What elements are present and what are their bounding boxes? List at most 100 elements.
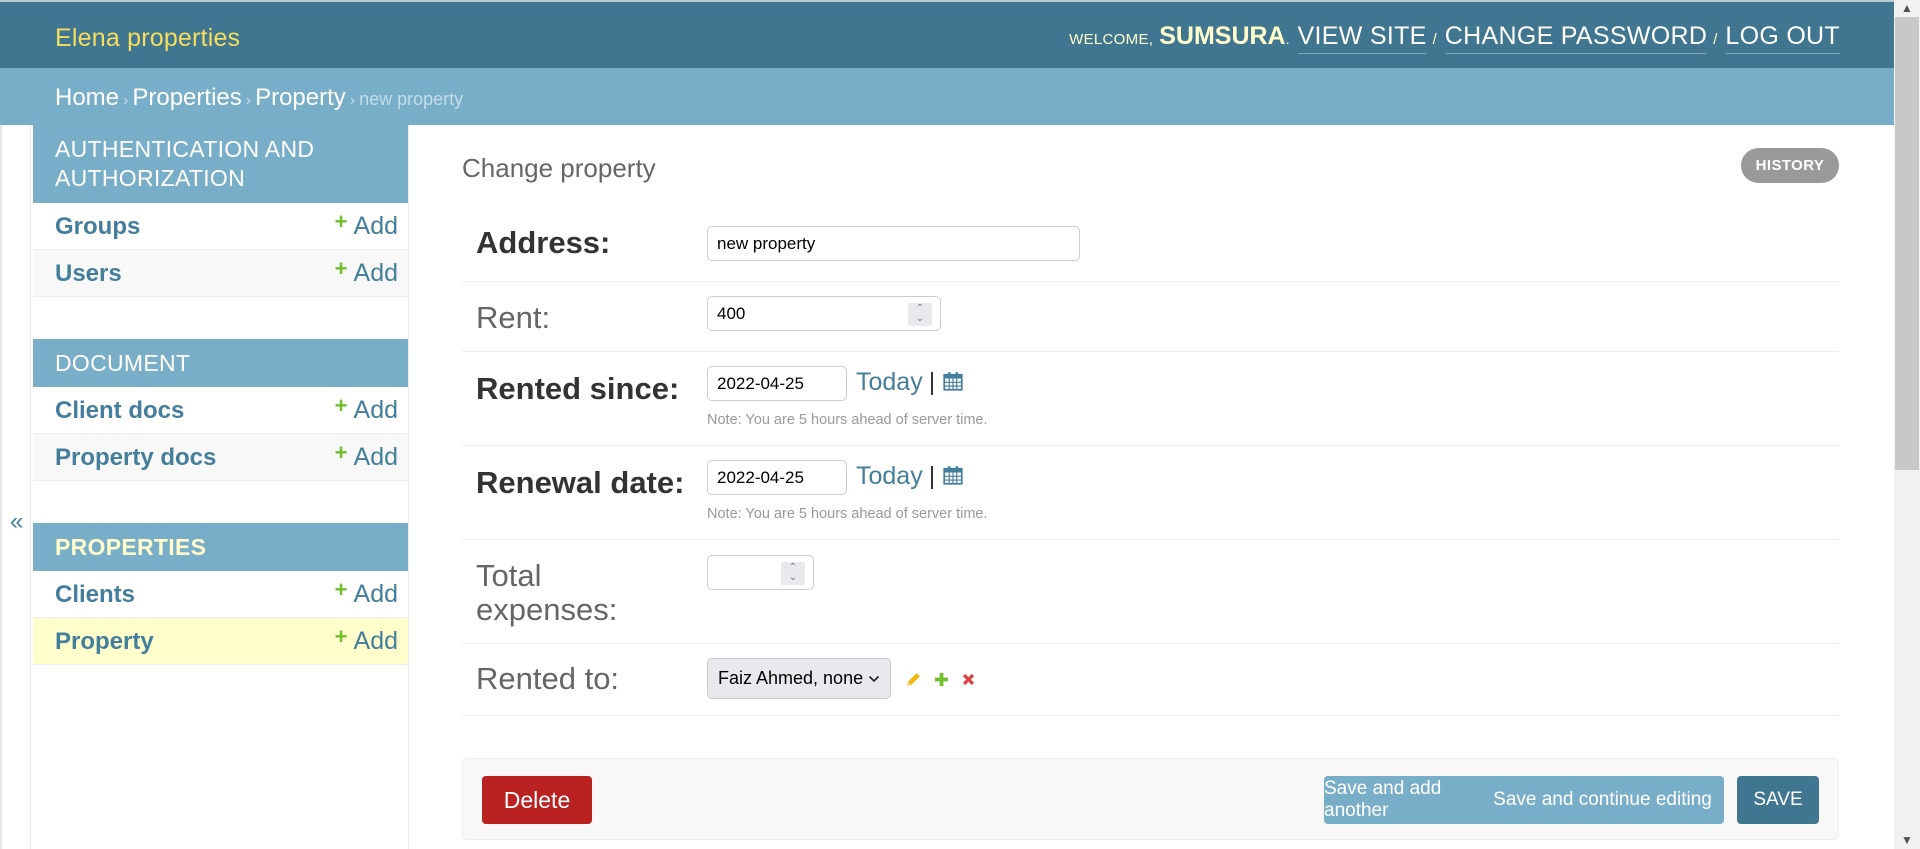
submit-row: Delete Save and add another Save and con… xyxy=(462,758,1839,840)
total-expenses-label-line2: expenses: xyxy=(476,592,618,627)
module-header-auth[interactable]: AUTHENTICATION AND AUTHORIZATION xyxy=(33,125,408,203)
calendar-icon[interactable] xyxy=(935,462,963,490)
toggle-nav-sidebar[interactable]: « xyxy=(0,125,31,849)
view-site-link[interactable]: VIEW SITE xyxy=(1297,22,1427,54)
renewal-date-label: Renewal date: xyxy=(476,465,685,500)
rent-value: 400 xyxy=(717,303,746,323)
header: Elena properties WELCOME, SUMSURA. VIEW … xyxy=(0,0,1894,68)
renewal-date-shortcuts: Today | xyxy=(856,462,963,491)
breadcrumb: Home › Properties › Property › new property xyxy=(0,68,1894,125)
user-tools: WELCOME, SUMSURA. VIEW SITE / CHANGE PAS… xyxy=(1069,22,1840,54)
module-properties: PROPERTIES Clients + Add Property + Add xyxy=(33,523,408,665)
save-and-add-another-button[interactable]: Save and add another xyxy=(1324,776,1502,824)
spinner-icon[interactable]: ⌃ ⌄ xyxy=(908,303,932,326)
save-and-continue-button[interactable]: Save and continue editing xyxy=(1481,776,1724,824)
add-property-link[interactable]: + Add xyxy=(334,624,398,656)
sidebar-item-groups[interactable]: Groups + Add xyxy=(33,203,408,250)
separator: / xyxy=(1713,31,1718,48)
total-expenses-label-line1: Total xyxy=(476,558,542,593)
form-row-total-expenses: Total expenses: xyxy=(462,540,1839,644)
plus-icon: + xyxy=(334,209,348,234)
add-label: Add xyxy=(353,580,398,608)
add-users-link[interactable]: + Add xyxy=(334,256,398,288)
scroll-down-arrow-icon[interactable]: ▼ xyxy=(1894,832,1920,849)
calendar-icon[interactable] xyxy=(935,368,963,396)
chevron-down-icon xyxy=(868,675,880,682)
total-expenses-label: Total expenses: xyxy=(476,559,617,627)
add-clients-link[interactable]: + Add xyxy=(334,577,398,609)
add-client-docs-link[interactable]: + Add xyxy=(334,393,398,425)
plus-icon: + xyxy=(334,577,348,602)
form-row-rented-to: Rented to: xyxy=(462,644,1839,716)
rented-since-input[interactable]: 2022-04-25 xyxy=(707,366,847,401)
add-label: Add xyxy=(353,259,398,287)
add-label: Add xyxy=(353,443,398,471)
sidebar-item-label[interactable]: Clients xyxy=(55,581,135,609)
edit-pencil-icon[interactable] xyxy=(905,671,922,693)
form-row-rent: Rent: xyxy=(462,282,1839,352)
sidebar-item-label[interactable]: Property xyxy=(55,628,154,656)
sidebar-item-property[interactable]: Property + Add xyxy=(33,618,408,665)
add-plus-icon[interactable] xyxy=(934,672,949,692)
add-label: Add xyxy=(353,212,398,240)
log-out-link[interactable]: LOG OUT xyxy=(1725,22,1840,54)
breadcrumb-arrow: › xyxy=(349,92,356,109)
collapse-chevron-icon[interactable]: « xyxy=(10,508,23,536)
period: . xyxy=(1285,31,1290,47)
sidebar-item-label[interactable]: Users xyxy=(55,260,122,288)
breadcrumb-home[interactable]: Home xyxy=(55,84,119,111)
breadcrumb-current: new property xyxy=(359,89,464,109)
rented-to-select[interactable]: Faiz Ahmed, none xyxy=(707,658,891,699)
site-title[interactable]: Elena properties xyxy=(55,24,240,53)
address-label: Address: xyxy=(476,225,611,260)
sidebar-item-label[interactable]: Groups xyxy=(55,213,140,241)
add-groups-link[interactable]: + Add xyxy=(334,209,398,241)
rented-since-label: Rented since: xyxy=(476,371,680,406)
sidebar-item-label[interactable]: Property docs xyxy=(55,444,216,472)
total-expenses-input[interactable]: ⌃ ⌄ xyxy=(707,555,814,590)
sidebar-item-property-docs[interactable]: Property docs + Add xyxy=(33,434,408,481)
breadcrumb-properties[interactable]: Properties xyxy=(132,84,241,111)
today-link[interactable]: Today xyxy=(856,368,923,396)
plus-icon: + xyxy=(334,393,348,418)
add-label: Add xyxy=(353,627,398,655)
plus-icon: + xyxy=(334,624,348,649)
add-property-docs-link[interactable]: + Add xyxy=(334,440,398,472)
scroll-up-arrow-icon[interactable]: ▲ xyxy=(1894,0,1920,17)
vertical-scrollbar[interactable]: ▲ ▼ xyxy=(1894,0,1920,849)
form-row-address: Address: xyxy=(462,205,1839,282)
module-document: DOCUMENT Client docs + Add Property docs … xyxy=(33,339,408,481)
related-widget-actions xyxy=(905,671,976,693)
address-input[interactable]: new property xyxy=(707,226,1080,261)
username: SUMSURA xyxy=(1159,22,1286,50)
page-title: Change property xyxy=(462,153,656,183)
module-auth: AUTHENTICATION AND AUTHORIZATION Groups … xyxy=(33,125,408,297)
sidebar-item-clients[interactable]: Clients + Add xyxy=(33,571,408,618)
delete-x-icon[interactable] xyxy=(961,672,976,692)
change-password-link[interactable]: CHANGE PASSWORD xyxy=(1444,22,1708,54)
renewal-date-help: Note: You are 5 hours ahead of server ti… xyxy=(707,506,988,522)
today-link[interactable]: Today xyxy=(856,462,923,490)
history-button[interactable]: HISTORY xyxy=(1741,148,1839,183)
module-header-properties[interactable]: PROPERTIES xyxy=(33,523,408,571)
sidebar-item-client-docs[interactable]: Client docs + Add xyxy=(33,387,408,434)
form-row-rented-since: Rented since: xyxy=(462,352,1839,446)
sidebar-item-label[interactable]: Client docs xyxy=(55,397,184,425)
rent-label: Rent: xyxy=(476,300,551,335)
nav-sidebar: AUTHENTICATION AND AUTHORIZATION Groups … xyxy=(33,125,409,849)
spinner-icon[interactable]: ⌃ ⌄ xyxy=(781,562,805,585)
plus-icon: + xyxy=(334,256,348,281)
separator: / xyxy=(1432,31,1437,48)
module-header-document[interactable]: DOCUMENT xyxy=(33,339,408,387)
sidebar-item-users[interactable]: Users + Add xyxy=(33,250,408,297)
renewal-date-input[interactable]: 2022-04-25 xyxy=(707,460,847,495)
rent-input[interactable]: 400 ⌃ ⌄ xyxy=(707,296,941,331)
breadcrumb-arrow: › xyxy=(123,92,129,109)
welcome-text: WELCOME, xyxy=(1069,31,1154,48)
plus-icon: + xyxy=(334,440,348,465)
breadcrumb-property[interactable]: Property xyxy=(255,84,346,111)
scrollbar-thumb[interactable] xyxy=(1895,17,1919,470)
delete-button[interactable]: Delete xyxy=(482,776,592,824)
add-label: Add xyxy=(353,396,398,424)
save-button[interactable]: SAVE xyxy=(1737,776,1819,824)
